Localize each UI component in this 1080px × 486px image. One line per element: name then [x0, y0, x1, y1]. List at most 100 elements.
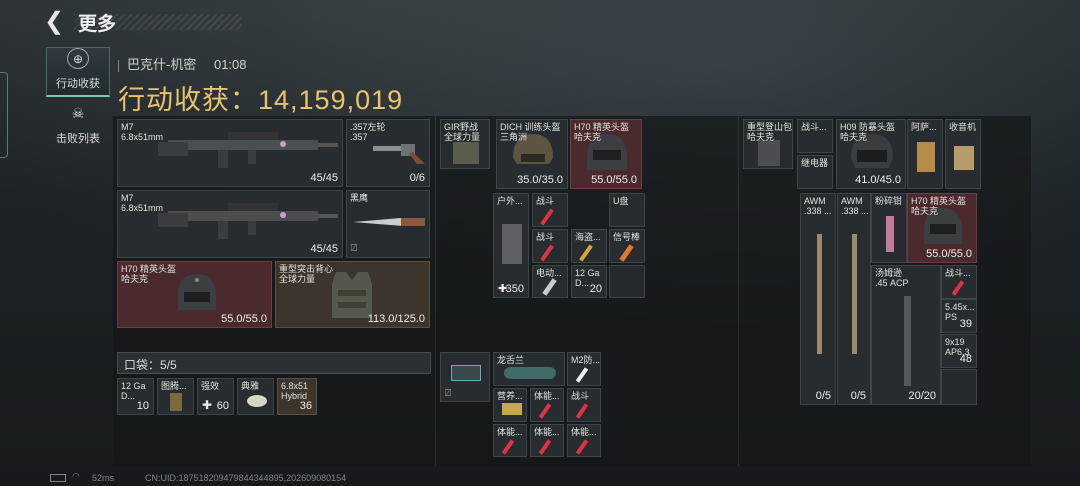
armor-slot[interactable]: 重型突击背心 全球力量 113.0/125.0	[275, 261, 430, 328]
item-name: M7 6.8x51mm	[121, 193, 164, 213]
grid-item[interactable]: 战斗...	[941, 265, 977, 299]
item-name: H70 精英头盔 哈夫克	[121, 264, 177, 284]
helmet-item[interactable]: H70 精英头盔 哈夫克 55.0/55.0	[907, 193, 977, 263]
grid-item[interactable]: 战斗	[567, 388, 601, 422]
weapon-slot-secondary[interactable]: M7 6.8x51mm 45/45	[117, 190, 343, 258]
ammo-count: 45/45	[310, 243, 338, 255]
chest-rig-slot[interactable]: GIR野战 全球力量	[440, 119, 490, 169]
grid-item[interactable]: 龙舌兰	[493, 352, 565, 386]
side-drawer-handle[interactable]	[0, 72, 8, 158]
sniper-rifle[interactable]: AWM .338 ... 0/5	[800, 193, 836, 405]
pliers-icon	[886, 216, 894, 252]
helmet-slot[interactable]: H70 精英头盔 哈夫克 55.0/55.0	[117, 261, 272, 328]
empty-slot[interactable]	[609, 265, 645, 298]
pocket-count: 5/5	[160, 358, 177, 372]
helmet-item[interactable]: DICH 训练头盔 三角洲 35.0/35.0	[496, 119, 568, 189]
rig-icon	[453, 142, 479, 164]
teacup-icon	[247, 395, 267, 407]
divider	[435, 116, 436, 466]
syringe-icon	[540, 244, 554, 262]
gain-label: 行动收获：	[118, 85, 258, 115]
grid-item[interactable]: 阿萨...	[907, 119, 943, 189]
gain-value: 14,159,019	[258, 85, 404, 115]
match-info: 巴克什-机密 01:08	[118, 54, 247, 73]
syringe-icon	[538, 403, 552, 419]
rifle-icon	[158, 132, 338, 168]
grid-item[interactable]: M2防...	[567, 352, 601, 386]
weapon-slot-primary[interactable]: M7 6.8x51mm 45/45	[117, 119, 343, 187]
pocket-item[interactable]: 6.8x51 Hybrid 36	[277, 378, 317, 415]
sniper-rifle[interactable]: AWM .338 ... 0/5	[837, 193, 871, 405]
grid-item[interactable]: 12 Ga D... 20	[571, 265, 607, 298]
map-name: 巴克什-机密	[127, 57, 197, 72]
totem-icon	[170, 393, 182, 411]
item-name: 黑鹰	[350, 193, 369, 203]
ping-value: 52ms	[92, 473, 115, 483]
tab-kill-list[interactable]: ☠ 击败列表	[46, 100, 110, 150]
divider	[738, 116, 739, 466]
grid-item[interactable]: 体能...	[493, 424, 527, 457]
grid-item[interactable]: 9x19 AP6.3 48	[941, 334, 977, 368]
item-name: .357左轮 .357	[350, 122, 386, 142]
pocket-item[interactable]: 典雅	[237, 378, 274, 415]
grid-item[interactable]: 电动...	[532, 265, 568, 298]
flare-icon	[619, 244, 634, 262]
unsellable-icon: ⍁	[445, 388, 451, 399]
grid-item[interactable]: 粉碎钳	[871, 193, 907, 263]
grid-item[interactable]: 体能...	[567, 424, 601, 457]
durability: 55.0/55.0	[221, 313, 267, 325]
weapon-slot-sidearm[interactable]: .357左轮 .357 0/6	[346, 119, 430, 187]
item-name: M7 6.8x51mm	[121, 122, 164, 142]
grid-item[interactable]: 营养...	[493, 388, 527, 422]
syringe-icon	[575, 403, 589, 419]
syringe-icon	[538, 439, 552, 455]
item-name: 重型突击背心 全球力量	[279, 264, 334, 284]
radio-icon	[954, 146, 974, 170]
lantern-icon	[917, 142, 935, 172]
grid-item[interactable]: 收音机	[945, 119, 981, 189]
ammo-count: 0/6	[409, 172, 425, 184]
pocket-item[interactable]: 12 Ga D... 10	[117, 378, 154, 415]
durability: 113.0/125.0	[367, 313, 425, 325]
empty-slot[interactable]	[941, 369, 977, 405]
grid-item[interactable]: 战斗	[532, 229, 568, 263]
skull-icon: ☠	[71, 104, 85, 121]
grid-item[interactable]: 战斗	[532, 193, 568, 227]
grid-item[interactable]: 5.45x... PS 39	[941, 299, 977, 333]
wifi-icon: ◠	[72, 471, 80, 481]
backpack-slot[interactable]: 重型登山包 哈夫克	[743, 119, 793, 169]
pocket-item[interactable]: 图腾...	[157, 378, 194, 415]
syringe-icon	[575, 367, 589, 383]
unsellable-icon: ⍁	[351, 243, 357, 254]
plus-icon: ✚	[202, 398, 213, 412]
backpack-icon	[758, 140, 780, 166]
secure-case-slot[interactable]: ⍁	[440, 352, 490, 402]
helmet-icon	[178, 274, 216, 310]
tool-icon	[542, 278, 557, 296]
syringe-icon	[501, 439, 515, 455]
grid-item[interactable]: 体能...	[530, 388, 564, 422]
grid-item[interactable]: U盘	[609, 193, 645, 227]
grid-item[interactable]: 信号棒	[609, 229, 645, 263]
melee-slot[interactable]: 黑鹰 ⍁	[346, 190, 430, 258]
backpack-slot[interactable]: 户外... ✚ 350	[493, 193, 529, 298]
status-bar: ◠ 52ms CN:UID:18751820947984434489​5,202…	[0, 470, 1080, 486]
helmet-item[interactable]: H09 防暴头盔 哈夫克 41.0/45.0	[836, 119, 906, 189]
syringe-icon	[579, 244, 593, 262]
syringe-icon	[951, 280, 965, 296]
grid-item[interactable]: 海盗...	[571, 229, 607, 263]
grid-item[interactable]: 体能...	[530, 424, 564, 457]
back-button[interactable]: ❮	[44, 8, 74, 36]
ammo-count: 45/45	[310, 172, 338, 184]
helmet-item[interactable]: H70 精英头盔 哈夫克 55.0/55.0	[570, 119, 642, 189]
gain-total: 行动收获：14,159,019	[118, 78, 403, 117]
rifle-icon	[817, 234, 822, 354]
grid-item[interactable]: 战斗...	[797, 119, 833, 153]
smg-item[interactable]: 汤姆逊 .45 ACP 20/20	[871, 265, 941, 405]
smg-icon	[904, 296, 911, 386]
tab-operation-gain[interactable]: ⊕ 行动收获	[46, 47, 110, 97]
syringe-icon	[540, 208, 554, 226]
pocket-item[interactable]: 强效 ✚ 60	[197, 378, 234, 415]
grid-item[interactable]: 继电器	[797, 155, 833, 189]
battery-icon	[50, 474, 66, 482]
